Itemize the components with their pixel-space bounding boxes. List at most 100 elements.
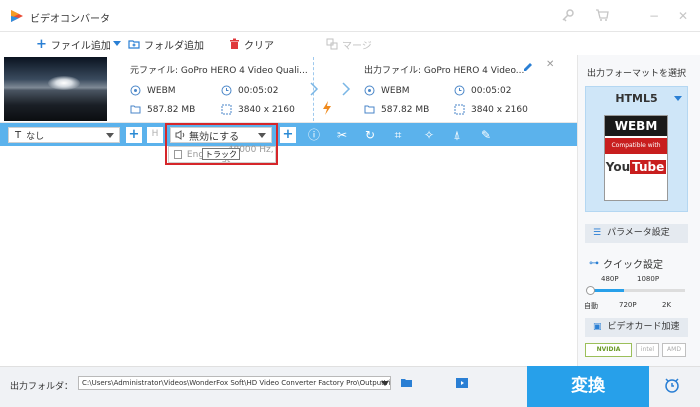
subtitle-icon: T [15, 129, 22, 141]
plus-icon: + [36, 36, 47, 52]
open-folder-icon[interactable] [400, 377, 414, 389]
trash-icon [230, 38, 239, 49]
slider-icon: ⊶ [589, 258, 599, 269]
watermark-icon[interactable]: ⍋ [448, 126, 466, 144]
merge-label: マージ [342, 40, 372, 52]
lightning-icon [322, 101, 332, 115]
add-file-label: ファイル追加 [50, 40, 111, 52]
subtitle-select-value: なし [26, 131, 45, 142]
source-file-name: 元ファイル: GoPro HERO 4 Video Quali... [130, 66, 308, 76]
source-size-value: 587.82 MB [147, 104, 196, 115]
gpu-icon: ▣ [593, 322, 602, 332]
add-folder-label: フォルダ追加 [144, 40, 204, 52]
close-icon[interactable]: ✕ [675, 8, 691, 24]
clock-icon [454, 85, 465, 96]
format-icon [364, 85, 375, 96]
source-resolution-value: 3840 x 2160 [238, 104, 295, 115]
video-thumbnail[interactable] [4, 57, 107, 121]
clear-button[interactable]: クリア [229, 36, 274, 52]
intel-badge: intel [636, 343, 659, 357]
format-name: HTML5 [615, 92, 658, 105]
slider-handle[interactable] [586, 286, 595, 295]
add-audio-button[interactable]: + [280, 127, 296, 143]
key-icon[interactable] [560, 8, 576, 24]
app-title: ビデオコンバータ [30, 14, 110, 25]
tick-480p: 480P [601, 275, 619, 283]
arrow-right-icon [341, 82, 351, 96]
add-folder-button[interactable]: フォルダ追加 [128, 36, 204, 52]
output-folder-label: 出力フォルダ： [10, 382, 74, 392]
tick-2k: 2K [662, 301, 672, 309]
output-size: 587.82 MB [364, 104, 429, 115]
parameter-settings-button[interactable]: ☰ パラメータ設定 [585, 224, 688, 243]
format-selector[interactable]: HTML5 WEBM Compatible with You Tube [585, 86, 688, 212]
output-resolution: 3840 x 2160 [454, 104, 528, 115]
youtube-logo: You Tube [605, 160, 667, 174]
output-duration: 00:05:02 [454, 85, 511, 96]
quality-slider[interactable] [586, 286, 685, 295]
resolution-icon [454, 104, 465, 115]
chevron-down-icon[interactable] [381, 381, 389, 386]
format-card-title: WEBM [605, 116, 667, 136]
output-size-value: 587.82 MB [381, 104, 430, 115]
output-file-name: 出力ファイル: GoPro HERO 4 Video... [364, 66, 525, 76]
add-file-dropdown[interactable] [113, 36, 121, 52]
select-format-label: 出力フォーマットを選択 [587, 69, 687, 79]
export-subtitle-button[interactable]: H [147, 127, 163, 143]
clear-label: クリア [244, 40, 274, 52]
params-label: パラメータ設定 [607, 228, 670, 238]
subtitle-edit-icon[interactable]: ✎ [477, 126, 495, 144]
gpu-label: ビデオカード加速 [607, 322, 680, 332]
output-path-field[interactable]: C:\Users\Administrator\Videos\WonderFox … [78, 376, 391, 390]
output-duration-value: 00:05:02 [471, 85, 512, 96]
source-resolution: 3840 x 2160 [221, 104, 295, 115]
alarm-clock-icon[interactable] [663, 376, 681, 394]
quick-settings-title: ⊶ クイック設定 [589, 256, 663, 271]
source-size: 587.82 MB [130, 104, 195, 115]
merge-button[interactable]: マージ [326, 36, 372, 52]
folder-add-icon [128, 40, 140, 49]
merge-icon [326, 38, 338, 50]
output-format-value: WEBM [381, 85, 410, 96]
settings-icon: ☰ [593, 228, 602, 238]
add-file-button[interactable]: + ファイル追加 [36, 36, 111, 52]
resolution-icon [221, 104, 232, 115]
cart-icon[interactable] [594, 8, 610, 24]
tick-auto: 自動 [584, 302, 598, 310]
edit-filename-icon[interactable] [522, 61, 534, 73]
crop-icon[interactable]: ⌗ [389, 126, 407, 144]
add-subtitle-button[interactable]: + [126, 127, 142, 143]
nvidia-badge: NVIDIA [585, 343, 632, 357]
tick-720p: 720P [619, 301, 637, 309]
video-folder-icon[interactable] [455, 377, 469, 389]
minimize-icon[interactable]: − [646, 8, 662, 24]
folder-icon [364, 105, 375, 114]
tick-1080p: 1080P [637, 275, 660, 283]
format-card-subtitle: Compatible with [605, 138, 667, 154]
effects-wand-icon[interactable]: ✧ [420, 126, 438, 144]
folder-icon [130, 105, 141, 114]
clock-icon [221, 85, 232, 96]
chevron-down-icon [106, 133, 114, 138]
source-duration-value: 00:05:02 [238, 85, 279, 96]
info-icon[interactable]: ⓘ [305, 126, 323, 144]
subtitle-select[interactable]: T なし [8, 127, 120, 143]
source-duration: 00:05:02 [221, 85, 278, 96]
rotate-icon[interactable]: ↻ [361, 126, 379, 144]
gpu-acceleration-button[interactable]: ▣ ビデオカード加速 [585, 318, 688, 337]
scissors-icon[interactable]: ✂ [333, 126, 351, 144]
output-format: WEBM [364, 85, 410, 96]
highlight-box [165, 123, 278, 165]
app-logo-icon [10, 9, 24, 23]
output-resolution-value: 3840 x 2160 [471, 104, 528, 115]
format-card: WEBM Compatible with You Tube [604, 115, 668, 201]
source-format-value: WEBM [147, 85, 176, 96]
chevron-down-icon [113, 41, 121, 46]
convert-button[interactable]: 変換 [527, 366, 649, 407]
remove-item-icon[interactable]: ✕ [546, 59, 554, 70]
chevron-down-icon [674, 96, 682, 101]
format-icon [130, 85, 141, 96]
source-format: WEBM [130, 85, 176, 96]
arrow-right-icon [309, 82, 319, 96]
amd-badge: AMD [662, 343, 686, 357]
